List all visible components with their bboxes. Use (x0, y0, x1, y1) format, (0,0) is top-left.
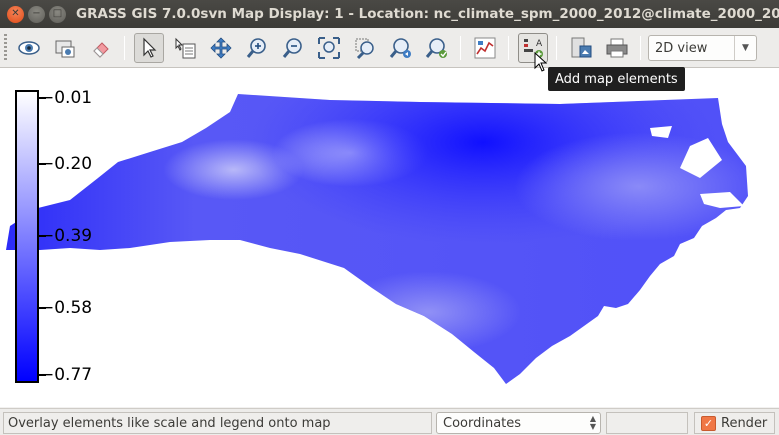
mouse-cursor-icon (534, 52, 548, 72)
close-icon: ✕ (11, 8, 20, 19)
toolbar-separator (124, 36, 125, 60)
map-display-window: ✕ − □ GRASS GIS 7.0.0svn Map Display: 1 … (0, 0, 779, 435)
toolbar-separator (556, 36, 557, 60)
legend-label: −0.77 (40, 365, 93, 385)
legend-label: −0.58 (40, 298, 93, 318)
display-map-icon (18, 41, 40, 55)
coordinates-select-value: Coordinates (443, 415, 522, 431)
minimize-window-button[interactable]: − (28, 5, 45, 23)
window-title: GRASS GIS 7.0.0svn Map Display: 1 - Loca… (76, 6, 779, 22)
close-window-button[interactable]: ✕ (7, 5, 24, 23)
view-mode-value: 2D view (655, 40, 708, 56)
raster-legend: −0.01 −0.20 −0.39 −0.58 −0.77 (0, 68, 120, 407)
zoom-options-icon (425, 38, 447, 58)
zoom-in-button[interactable] (242, 33, 272, 63)
legend-label: −0.20 (40, 154, 93, 174)
analyze-map-button[interactable] (470, 33, 500, 63)
spinner-arrows-icon: ▲ ▼ (589, 414, 596, 431)
zoom-back-button[interactable] (350, 33, 380, 63)
pan-button[interactable] (206, 33, 236, 63)
zoom-out-button[interactable] (278, 33, 308, 63)
render-checkbox[interactable]: ✓ (701, 415, 716, 431)
minimize-icon: − (32, 8, 41, 19)
status-bar: Overlay elements like scale and legend o… (0, 408, 779, 435)
map-canvas[interactable]: −0.01 −0.20 −0.39 −0.58 −0.77 (0, 68, 779, 407)
zoom-extent-icon (318, 37, 340, 59)
status-message: Overlay elements like scale and legend o… (3, 412, 432, 434)
erase-display-button[interactable] (86, 33, 116, 63)
pointer-button[interactable] (134, 33, 164, 63)
zoom-menu-button[interactable] (386, 33, 416, 63)
toolbar-separator (508, 36, 509, 60)
toolbar-grip[interactable] (4, 34, 7, 62)
save-image-icon (571, 37, 592, 58)
render-label: Render (721, 415, 768, 431)
title-bar: ✕ − □ GRASS GIS 7.0.0svn Map Display: 1 … (0, 0, 779, 28)
pointer-icon (143, 37, 157, 58)
status-info-field (606, 412, 688, 434)
zoom-back-icon (355, 38, 374, 60)
render-map-button[interactable] (50, 33, 80, 63)
render-map-icon (55, 40, 75, 58)
zoom-in-icon (246, 38, 266, 58)
render-toggle[interactable]: ✓ Render (694, 412, 775, 434)
view-mode-select[interactable]: 2D view ▼ (648, 35, 757, 61)
save-image-button[interactable] (566, 33, 596, 63)
toolbar-separator (640, 36, 641, 60)
coordinates-select[interactable]: Coordinates ▲ ▼ (436, 412, 601, 434)
query-button[interactable] (170, 33, 200, 63)
zoom-options-button[interactable] (422, 33, 452, 63)
svg-text:A: A (536, 39, 543, 49)
zoom-menu-icon (389, 38, 411, 58)
query-icon (175, 37, 196, 59)
erase-display-icon (93, 42, 109, 58)
print-button[interactable] (602, 33, 632, 63)
window-controls: ✕ − □ (7, 5, 66, 23)
toolbar-tooltip: Add map elements (548, 67, 685, 91)
toolbar-separator (460, 36, 461, 60)
maximize-icon: □ (52, 8, 63, 19)
zoom-out-icon (282, 38, 302, 58)
chevron-down-icon: ▼ (734, 36, 756, 60)
maximize-window-button[interactable]: □ (49, 5, 66, 23)
legend-label: −0.01 (40, 88, 93, 108)
zoom-extent-button[interactable] (314, 33, 344, 63)
analyze-map-icon (474, 37, 496, 59)
display-map-button[interactable] (14, 33, 44, 63)
pan-icon (210, 37, 232, 59)
legend-colorbar (15, 90, 39, 383)
map-toolbar: A 2D view ▼ (0, 28, 779, 68)
legend-label: −0.39 (40, 226, 93, 246)
print-icon (606, 38, 628, 58)
